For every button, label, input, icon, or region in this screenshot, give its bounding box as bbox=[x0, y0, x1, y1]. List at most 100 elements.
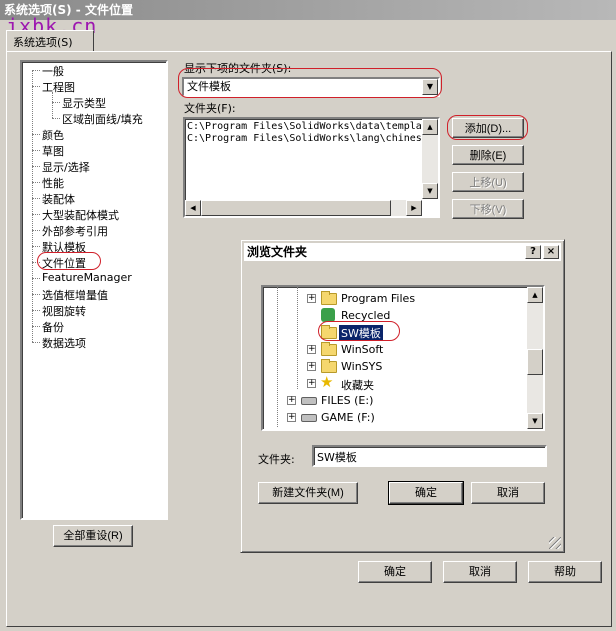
expand-icon[interactable]: + bbox=[307, 362, 316, 371]
folder-tree[interactable]: + Program Files Recycled SW模板 + WinSoft … bbox=[261, 285, 545, 431]
resize-grip[interactable] bbox=[549, 537, 561, 549]
tree-connector bbox=[32, 198, 40, 199]
close-icon[interactable]: × bbox=[543, 245, 559, 259]
expand-icon[interactable]: + bbox=[307, 379, 316, 388]
add-folder-button[interactable]: 添加(D)... bbox=[452, 118, 524, 138]
tree-item[interactable]: 选值框增量值 bbox=[42, 287, 108, 303]
tree-connector bbox=[32, 262, 40, 263]
folder-open-icon bbox=[321, 325, 337, 339]
tree-node-label[interactable]: Program Files bbox=[341, 292, 415, 305]
tree-connector bbox=[52, 102, 60, 103]
tree-connector bbox=[32, 70, 33, 342]
tree-item[interactable]: 颜色 bbox=[42, 127, 64, 143]
tree-connector bbox=[32, 182, 40, 183]
tree-item[interactable]: 备份 bbox=[42, 319, 64, 335]
tree-connector bbox=[32, 342, 40, 343]
tree-connector bbox=[32, 310, 40, 311]
chevron-down-icon[interactable]: ▼ bbox=[422, 79, 438, 95]
show-folders-select[interactable]: 文件模板 ▼ bbox=[182, 77, 440, 97]
folders-hscroll[interactable]: ◀ ▶ bbox=[185, 200, 422, 216]
tree-connector bbox=[32, 150, 40, 151]
ok-button[interactable]: 确定 bbox=[358, 561, 432, 583]
tree-item[interactable]: 显示类型 bbox=[62, 95, 106, 111]
tree-connector bbox=[32, 246, 40, 247]
scroll-right-icon[interactable]: ▶ bbox=[406, 200, 422, 216]
help-icon[interactable]: ? bbox=[525, 245, 541, 259]
tree-node-label[interactable]: WinSYS bbox=[341, 360, 382, 373]
recycle-bin-icon bbox=[321, 308, 335, 322]
expand-icon[interactable]: + bbox=[287, 396, 296, 405]
scroll-up-icon[interactable]: ▲ bbox=[527, 287, 543, 303]
tree-connector bbox=[52, 118, 60, 119]
tree-node-label[interactable]: 收藏夹 bbox=[341, 377, 374, 393]
tree-item[interactable]: 默认模板 bbox=[42, 239, 86, 255]
tree-item[interactable]: 装配体 bbox=[42, 191, 75, 207]
browse-dialog-titlebar: 浏览文件夹 ? × bbox=[244, 243, 561, 261]
reset-all-button[interactable]: 全部重设(R) bbox=[53, 525, 133, 547]
tree-connector-sub bbox=[52, 92, 53, 118]
tree-node-label[interactable]: Recycled bbox=[341, 309, 390, 322]
tree-item[interactable]: 文件位置 bbox=[42, 255, 86, 271]
move-up-button[interactable]: 上移(U) bbox=[452, 172, 524, 192]
folder-name-input[interactable]: SW模板 bbox=[312, 445, 547, 467]
tree-connector bbox=[32, 294, 40, 295]
tab-system-options[interactable]: 系统选项(S) bbox=[6, 30, 94, 52]
tree-item[interactable]: 性能 bbox=[42, 175, 64, 191]
folder-tree-vscroll[interactable]: ▲ ▼ bbox=[527, 287, 543, 429]
folder-field-label: 文件夹: bbox=[258, 453, 295, 466]
tree-item[interactable]: 视图旋转 bbox=[42, 303, 86, 319]
tree-item[interactable]: 工程图 bbox=[42, 79, 75, 95]
tree-item[interactable]: 数据选项 bbox=[42, 335, 86, 351]
show-folders-value: 文件模板 bbox=[187, 80, 231, 93]
browse-folder-dialog: 浏览文件夹 ? × + Program Files Recycled SW模板 … bbox=[240, 239, 565, 553]
help-button[interactable]: 帮助 bbox=[528, 561, 602, 583]
tree-connector bbox=[32, 326, 40, 327]
tree-item[interactable]: 区域剖面线/填充 bbox=[62, 111, 143, 127]
browse-dialog-title: 浏览文件夹 bbox=[247, 245, 308, 259]
folder-path[interactable]: C:\Program Files\SolidWorks\data\templa bbox=[187, 121, 422, 132]
tree-connector bbox=[32, 214, 40, 215]
tree-node-label[interactable]: WinSoft bbox=[341, 343, 383, 356]
folder-name-value: SW模板 bbox=[317, 451, 357, 464]
tree-connector bbox=[297, 287, 298, 389]
cancel-button[interactable]: 取消 bbox=[443, 561, 517, 583]
scroll-left-icon[interactable]: ◀ bbox=[185, 200, 201, 216]
tree-item[interactable]: FeatureManager bbox=[42, 271, 132, 284]
scroll-up-icon[interactable]: ▲ bbox=[422, 119, 438, 135]
folders-hscroll-thumb[interactable] bbox=[201, 200, 391, 216]
new-folder-button[interactable]: 新建文件夹(M) bbox=[258, 482, 358, 504]
drive-icon bbox=[301, 397, 317, 405]
scroll-down-icon[interactable]: ▼ bbox=[527, 413, 543, 429]
folders-label: 文件夹(F): bbox=[184, 102, 236, 115]
expand-icon[interactable]: + bbox=[287, 413, 296, 422]
tree-connector bbox=[277, 287, 278, 427]
tree-item[interactable]: 一般 bbox=[42, 63, 64, 79]
browse-ok-button[interactable]: 确定 bbox=[388, 481, 464, 505]
tree-connector bbox=[32, 166, 40, 167]
scroll-down-icon[interactable]: ▼ bbox=[422, 183, 438, 199]
tree-connector bbox=[32, 70, 40, 71]
folder-path[interactable]: C:\Program Files\SolidWorks\lang\chines bbox=[187, 133, 422, 144]
folder-icon bbox=[321, 291, 337, 305]
tree-item[interactable]: 外部参考引用 bbox=[42, 223, 108, 239]
tree-item[interactable]: 大型装配体模式 bbox=[42, 207, 119, 223]
tree-connector bbox=[32, 134, 40, 135]
move-down-button[interactable]: 下移(V) bbox=[452, 199, 524, 219]
folders-list[interactable]: C:\Program Files\SolidWorks\data\templa … bbox=[183, 117, 440, 218]
tab-system-options-label: 系统选项(S) bbox=[13, 36, 73, 49]
expand-icon[interactable]: + bbox=[307, 294, 316, 303]
drive-icon bbox=[301, 414, 317, 422]
folder-icon bbox=[321, 359, 337, 373]
favorites-star-icon: ★ bbox=[320, 373, 334, 391]
tree-connector bbox=[32, 278, 40, 279]
tree-item[interactable]: 显示/选择 bbox=[42, 159, 90, 175]
tree-item[interactable]: 草图 bbox=[42, 143, 64, 159]
tree-node-label[interactable]: FILES (E:) bbox=[321, 394, 373, 407]
delete-folder-button[interactable]: 删除(E) bbox=[452, 145, 524, 165]
expand-icon[interactable]: + bbox=[307, 345, 316, 354]
tree-node-selected[interactable]: SW模板 bbox=[339, 325, 383, 341]
folders-vscroll[interactable]: ▲ ▼ bbox=[422, 119, 438, 199]
folder-tree-vscroll-thumb[interactable] bbox=[527, 349, 543, 375]
browse-cancel-button[interactable]: 取消 bbox=[471, 482, 545, 504]
tree-node-label[interactable]: GAME (F:) bbox=[321, 411, 375, 424]
